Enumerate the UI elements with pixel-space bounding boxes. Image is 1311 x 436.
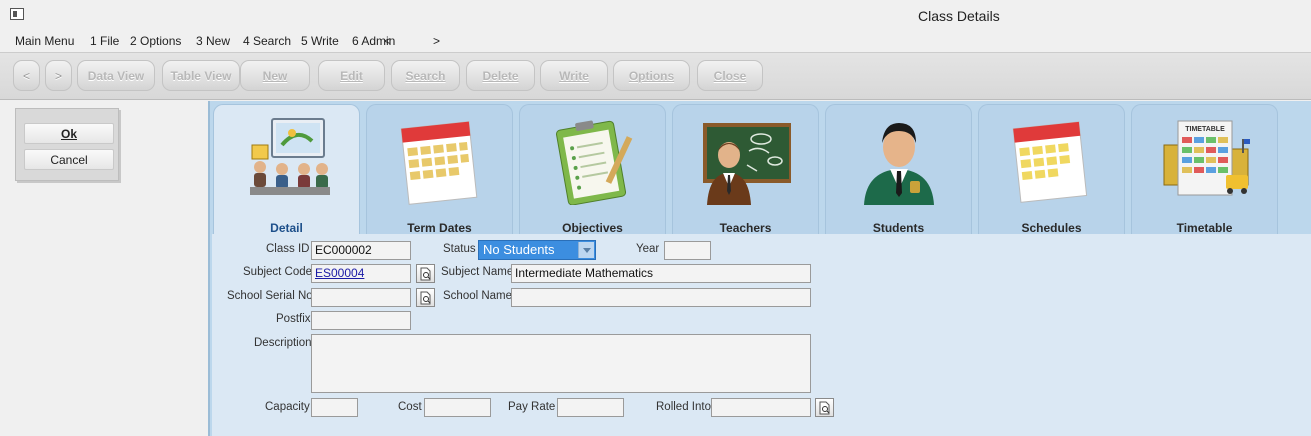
chevron-down-icon[interactable] xyxy=(578,242,594,258)
timetable-caption: TIMETABLE xyxy=(1185,126,1225,133)
description-label: Description xyxy=(254,337,312,349)
postfix-label: Postfix xyxy=(276,313,311,325)
tab-timetable-label: Timetable xyxy=(1176,221,1233,235)
window-title: Class Details xyxy=(918,8,1000,24)
description-field[interactable] xyxy=(311,334,811,393)
class-id-field[interactable]: EC000002 xyxy=(311,241,411,260)
school-name-label: School Name xyxy=(443,290,513,302)
lookup-icon xyxy=(420,291,431,305)
menu-main-menu[interactable]: Main Menu xyxy=(15,34,74,48)
toolbar: < > Data View Table View New Edit Search… xyxy=(0,52,1311,100)
tab-objectives-label: Objectives xyxy=(562,221,623,235)
status-label: Status xyxy=(443,243,476,255)
menu-options[interactable]: 2 Options xyxy=(130,34,181,48)
year-field[interactable] xyxy=(664,241,711,260)
menu-file[interactable]: 1 File xyxy=(90,34,119,48)
rolled-into-lookup-button[interactable] xyxy=(815,398,834,417)
write-button[interactable]: Write xyxy=(540,60,608,91)
lookup-icon xyxy=(819,401,830,415)
tab-schedules[interactable]: Schedules xyxy=(978,104,1125,235)
ok-button[interactable]: Ok xyxy=(24,123,114,144)
school-serial-field[interactable] xyxy=(311,288,411,307)
tab-term-dates-label: Term Dates xyxy=(407,221,472,235)
tab-teachers-label: Teachers xyxy=(719,221,772,235)
title-bar: Class Details xyxy=(0,0,1311,32)
tab-students[interactable]: Students xyxy=(825,104,972,235)
data-view-button[interactable]: Data View xyxy=(77,60,155,91)
menu-forward[interactable]: > xyxy=(433,34,440,48)
tab-objectives[interactable]: Objectives xyxy=(519,104,666,235)
year-label: Year xyxy=(636,243,660,255)
rolled-into-field[interactable] xyxy=(711,398,811,417)
tab-students-label: Students xyxy=(872,221,925,235)
schedule-calendar-icon xyxy=(1012,121,1088,203)
student-icon xyxy=(864,123,934,205)
new-button[interactable]: New xyxy=(240,60,310,91)
cancel-button[interactable]: Cancel xyxy=(24,149,114,170)
search-button[interactable]: Search xyxy=(391,60,460,91)
menu-bar: Main Menu 1 File 2 Options 3 New 4 Searc… xyxy=(0,32,1311,50)
capacity-field[interactable] xyxy=(311,398,358,417)
left-pane: Ok Cancel xyxy=(0,101,208,436)
school-serial-label: School Serial No xyxy=(227,290,313,302)
options-button[interactable]: Options xyxy=(613,60,690,91)
main-pane: Detail Term Dates Objectives Teachers St… xyxy=(208,101,1311,436)
subject-code-field[interactable]: ES00004 xyxy=(311,264,411,283)
menu-back[interactable]: < xyxy=(384,34,391,48)
menu-search[interactable]: 4 Search xyxy=(243,34,291,48)
teacher-icon xyxy=(703,123,791,205)
pay-rate-label: Pay Rate xyxy=(508,401,556,413)
menu-new[interactable]: 3 New xyxy=(196,34,230,48)
detail-form: Class ID EC000002 Status No Students Yea… xyxy=(212,234,1311,436)
tab-detail[interactable]: Detail xyxy=(213,104,360,236)
cost-field[interactable] xyxy=(424,398,491,417)
subject-lookup-button[interactable] xyxy=(416,264,435,283)
table-view-button[interactable]: Table View xyxy=(162,60,240,91)
lookup-icon xyxy=(420,267,431,281)
tab-term-dates[interactable]: Term Dates xyxy=(366,104,513,235)
next-record-button[interactable]: > xyxy=(45,60,72,91)
cost-label: Cost xyxy=(398,401,422,413)
postfix-field[interactable] xyxy=(311,311,411,330)
calendar-icon xyxy=(400,121,478,205)
timetable-icon: TIMETABLE xyxy=(1163,120,1250,196)
subject-name-field[interactable]: Intermediate Mathematics xyxy=(511,264,811,283)
window-menu-icon[interactable] xyxy=(10,8,24,20)
dialog-buttons-panel: Ok Cancel xyxy=(15,108,119,181)
prev-record-button[interactable]: < xyxy=(13,60,40,91)
close-button[interactable]: Close xyxy=(697,60,763,91)
clipboard-icon xyxy=(555,120,633,205)
menu-write[interactable]: 5 Write xyxy=(301,34,339,48)
school-lookup-button[interactable] xyxy=(416,288,435,307)
tab-timetable[interactable]: TIMETABLE Timetable xyxy=(1131,104,1278,235)
class-id-label: Class ID xyxy=(266,243,310,255)
classroom-icon xyxy=(250,118,330,195)
pay-rate-field[interactable] xyxy=(557,398,624,417)
edit-button[interactable]: Edit xyxy=(318,60,385,91)
subject-code-label: Subject Code xyxy=(243,266,313,278)
delete-button[interactable]: Delete xyxy=(466,60,535,91)
tab-detail-label: Detail xyxy=(270,221,303,235)
tab-teachers[interactable]: Teachers xyxy=(672,104,819,235)
subject-name-label: Subject Name xyxy=(441,266,514,278)
status-dropdown[interactable]: No Students xyxy=(478,240,596,260)
capacity-label: Capacity xyxy=(265,401,310,413)
school-name-field[interactable] xyxy=(511,288,811,307)
status-value: No Students xyxy=(483,242,555,257)
tab-schedules-label: Schedules xyxy=(1021,221,1082,235)
rolled-into-label: Rolled Into xyxy=(656,401,711,413)
